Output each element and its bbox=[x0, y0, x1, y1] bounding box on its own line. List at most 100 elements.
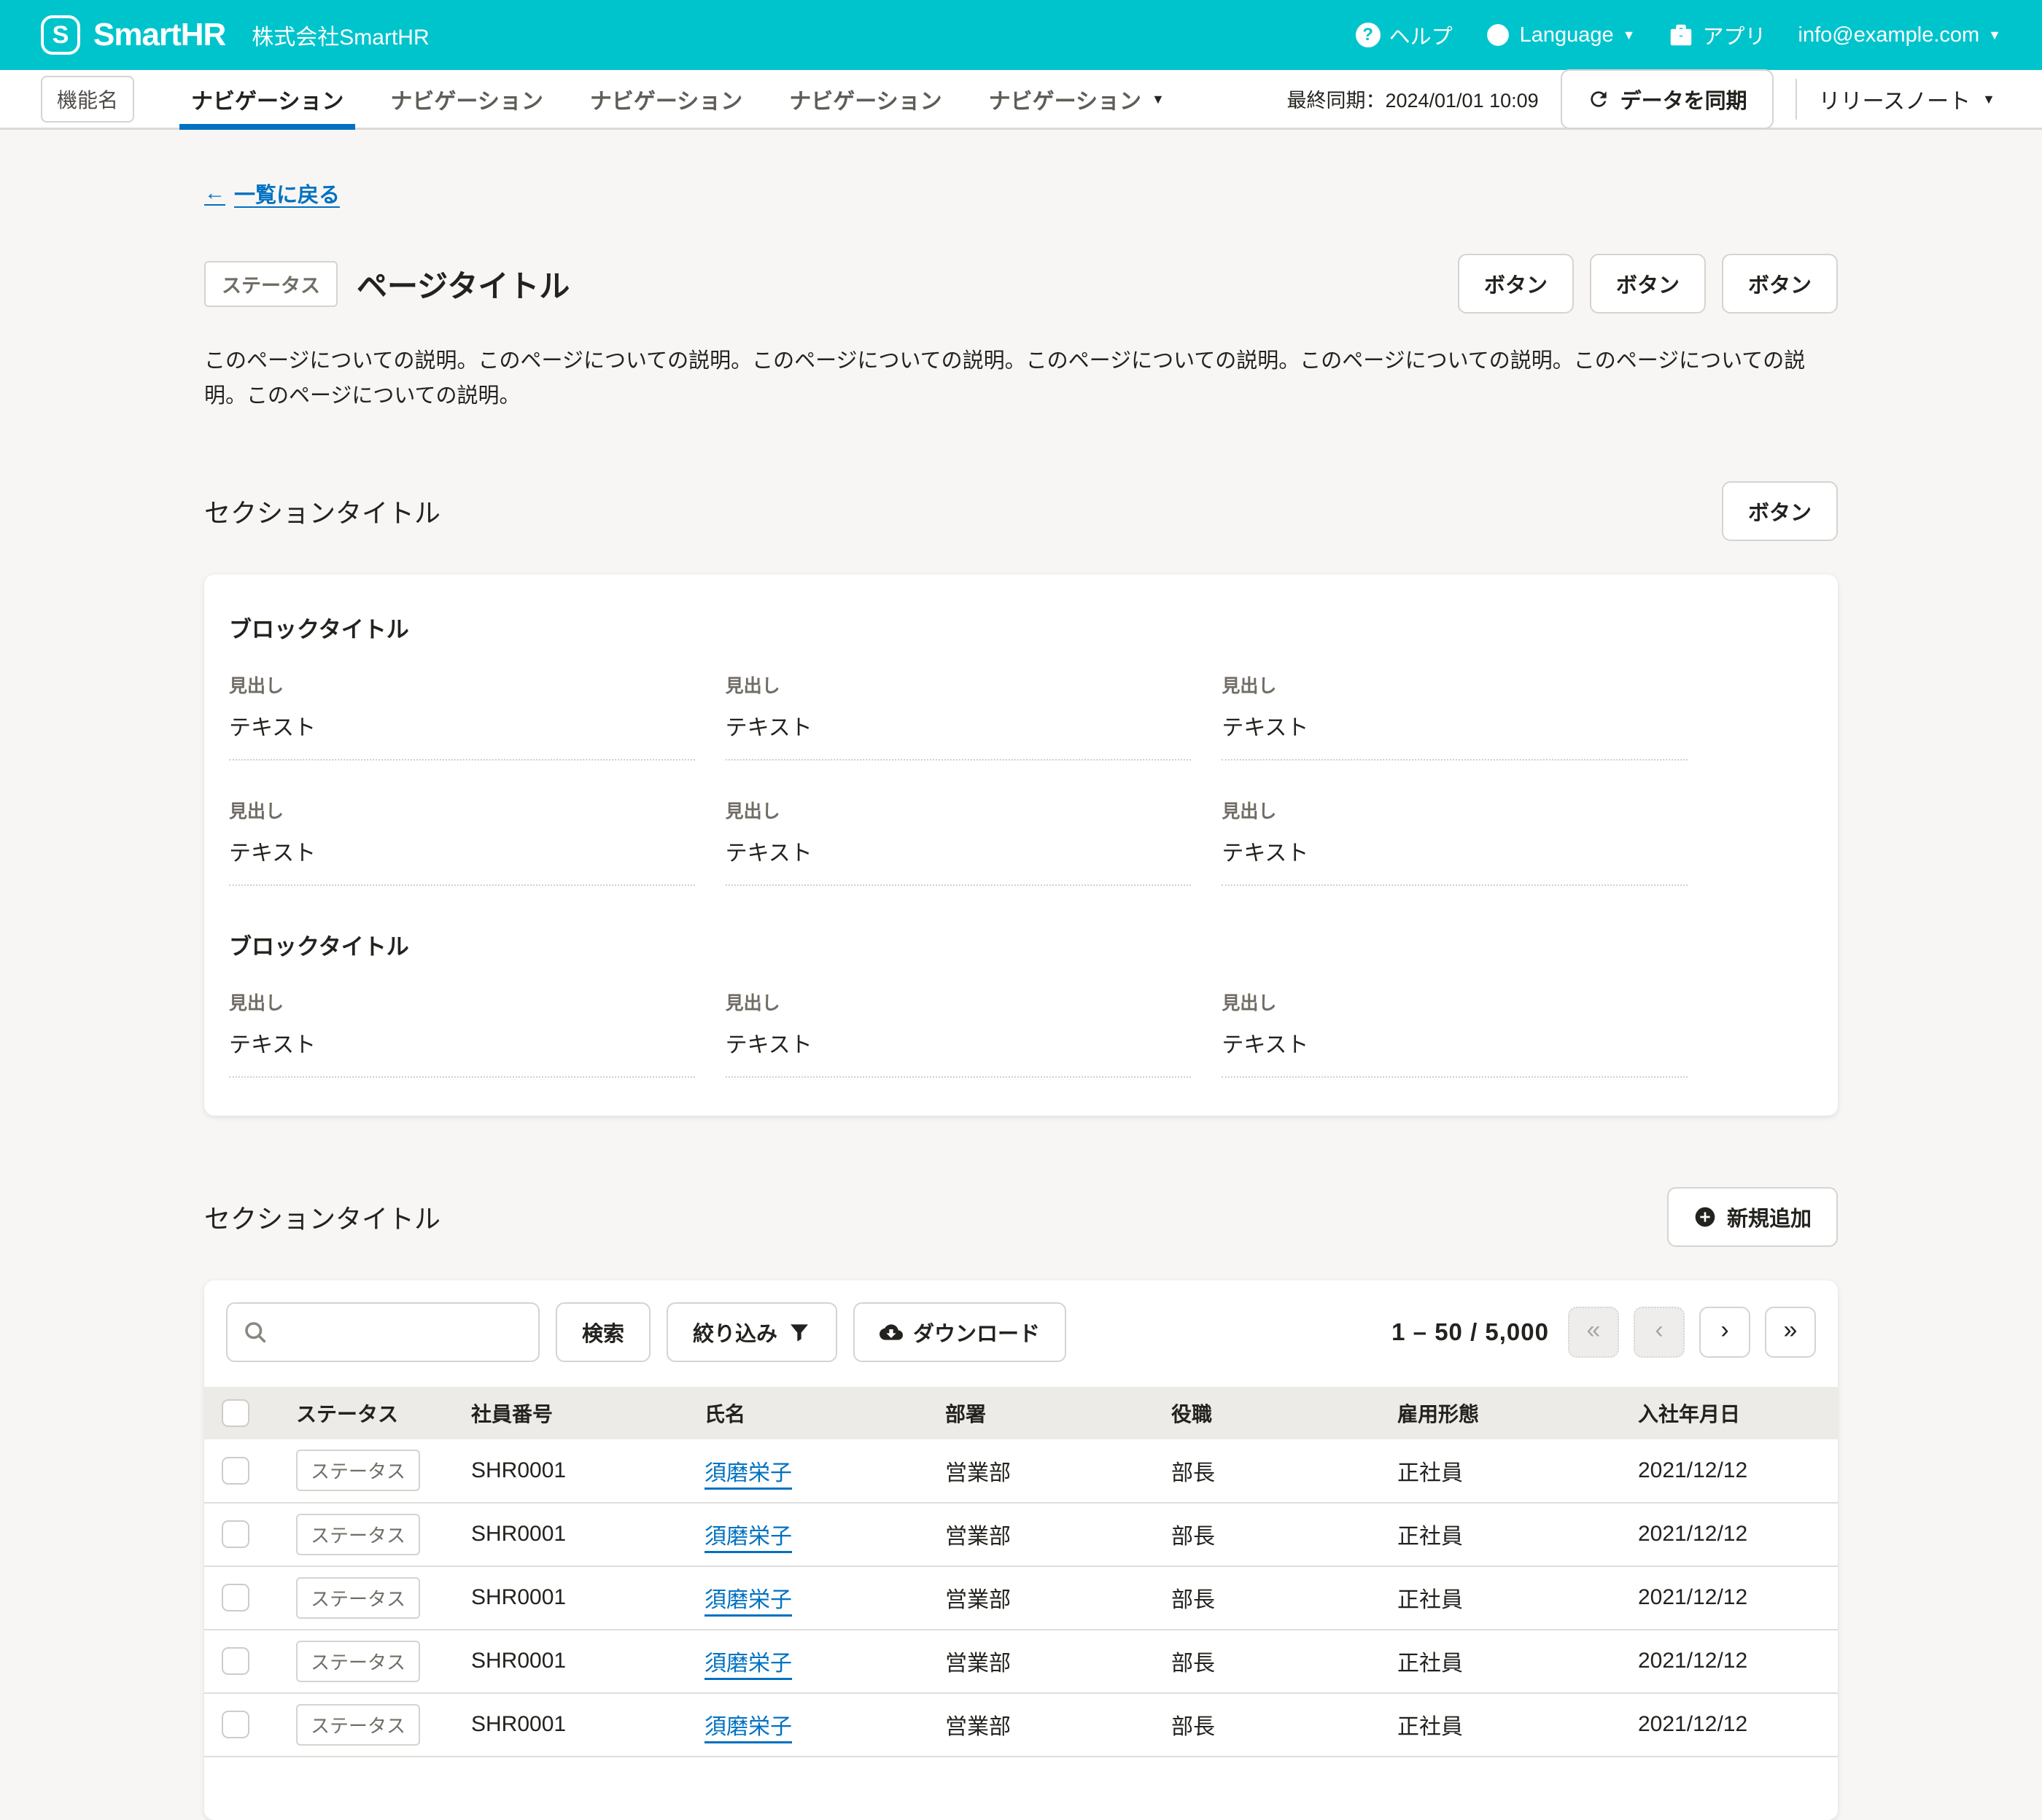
download-button-label: ダウンロード bbox=[913, 1317, 1040, 1348]
field-label: 見出し bbox=[726, 672, 1192, 698]
field-item: 見出し テキスト bbox=[726, 797, 1192, 886]
section-action-button[interactable]: ボタン bbox=[1722, 481, 1838, 541]
app-header: S SmartHR 株式会社SmartHR ? ヘルプ Language ▼ ア… bbox=[0, 0, 2042, 70]
nav-tab-1[interactable]: ナビゲーション bbox=[168, 70, 367, 128]
row-checkbox[interactable] bbox=[222, 1584, 249, 1611]
row-checkbox[interactable] bbox=[222, 1711, 249, 1738]
prev-page-button[interactable]: ‹ bbox=[1634, 1307, 1685, 1358]
language-label: Language bbox=[1520, 23, 1614, 47]
field-item: 見出し テキスト bbox=[726, 672, 1192, 761]
nav-tab-4[interactable]: ナビゲーション bbox=[766, 70, 965, 128]
hire-date-cell: 2021/12/12 bbox=[1626, 1503, 1838, 1566]
back-to-list-link[interactable]: ← 一覧に戻る bbox=[204, 178, 340, 209]
table-row: ステータス SHR0001 須磨栄子 営業部 部長 正社員 2021/12/12 bbox=[204, 1439, 1838, 1503]
field-value: テキスト bbox=[726, 1027, 1192, 1059]
language-menu-item[interactable]: Language ▼ bbox=[1485, 22, 1636, 48]
employee-id-cell: SHR0001 bbox=[459, 1693, 693, 1757]
select-all-checkbox[interactable] bbox=[222, 1399, 249, 1427]
field-grid-1: 見出し テキスト 見出し テキスト 見出し テキスト 見出し テキスト 見出し … bbox=[229, 672, 1688, 886]
back-arrow-icon: ← bbox=[204, 182, 225, 206]
header-right-menu: ? ヘルプ Language ▼ アプリ info@example.com ▼ bbox=[1356, 20, 2001, 50]
column-header-name: 氏名 bbox=[693, 1387, 933, 1439]
field-value: テキスト bbox=[1222, 1027, 1688, 1059]
filter-funnel-icon bbox=[788, 1321, 811, 1344]
chevron-down-icon: ▼ bbox=[1623, 28, 1636, 42]
account-menu-item[interactable]: info@example.com ▼ bbox=[1798, 23, 2001, 47]
page-action-button-1[interactable]: ボタン bbox=[1458, 254, 1574, 314]
sync-data-button[interactable]: データを同期 bbox=[1561, 69, 1774, 129]
nav-tab-3[interactable]: ナビゲーション bbox=[567, 70, 766, 128]
release-notes-dropdown[interactable]: リリースノート ▼ bbox=[1819, 83, 2001, 115]
row-checkbox[interactable] bbox=[222, 1457, 249, 1485]
filter-button[interactable]: 絞り込み bbox=[667, 1302, 837, 1362]
nav-tab-5[interactable]: ナビゲーション ▼ bbox=[966, 70, 1188, 128]
department-cell: 営業部 bbox=[933, 1566, 1160, 1630]
add-new-button[interactable]: 新規追加 bbox=[1667, 1187, 1838, 1247]
field-label: 見出し bbox=[726, 797, 1192, 823]
department-cell: 営業部 bbox=[933, 1693, 1160, 1757]
column-header-employment-type: 雇用形態 bbox=[1386, 1387, 1626, 1439]
nav-right: 最終同期：2024/01/01 10:09 データを同期 リリースノート ▼ bbox=[1286, 69, 2001, 129]
nav-tab-2[interactable]: ナビゲーション bbox=[367, 70, 566, 128]
position-cell: 部長 bbox=[1160, 1566, 1386, 1630]
globe-icon bbox=[1485, 22, 1511, 48]
apps-briefcase-icon bbox=[1668, 22, 1694, 48]
nav-tab-label: ナビゲーション bbox=[989, 83, 1141, 115]
release-notes-label: リリースノート bbox=[1819, 83, 1971, 115]
refresh-icon bbox=[1587, 88, 1610, 111]
column-header-position: 役職 bbox=[1160, 1387, 1386, 1439]
position-cell: 部長 bbox=[1160, 1693, 1386, 1757]
nav-tab-label: ナビゲーション bbox=[789, 83, 942, 115]
employee-table: ステータス 社員番号 氏名 部署 役職 雇用形態 入社年月日 ステータス SHR… bbox=[204, 1387, 1838, 1757]
first-page-button[interactable]: « bbox=[1568, 1307, 1619, 1358]
employee-name-link[interactable]: 須磨栄子 bbox=[704, 1461, 792, 1485]
search-input[interactable] bbox=[279, 1320, 524, 1344]
page-action-button-2[interactable]: ボタン bbox=[1590, 254, 1706, 314]
employee-id-cell: SHR0001 bbox=[459, 1503, 693, 1566]
department-cell: 営業部 bbox=[933, 1630, 1160, 1693]
block-title-1: ブロックタイトル bbox=[229, 611, 1813, 644]
help-label: ヘルプ bbox=[1389, 20, 1453, 50]
smarthr-logo-icon: S bbox=[41, 15, 80, 55]
cloud-download-icon bbox=[880, 1321, 903, 1344]
field-item: 見出し テキスト bbox=[229, 797, 695, 886]
column-header-department: 部署 bbox=[933, 1387, 1160, 1439]
page-header-buttons: ボタン ボタン ボタン bbox=[1458, 254, 1838, 314]
help-menu-item[interactable]: ? ヘルプ bbox=[1356, 20, 1453, 50]
help-icon: ? bbox=[1356, 23, 1381, 47]
download-button[interactable]: ダウンロード bbox=[853, 1302, 1066, 1362]
table-row: ステータス SHR0001 須磨栄子 営業部 部長 正社員 2021/12/12 bbox=[204, 1630, 1838, 1693]
block-title-2: ブロックタイトル bbox=[229, 928, 1813, 961]
position-cell: 部長 bbox=[1160, 1439, 1386, 1503]
apps-menu-item[interactable]: アプリ bbox=[1668, 20, 1766, 50]
company-name: 株式会社SmartHR bbox=[252, 19, 429, 51]
page-action-button-3[interactable]: ボタン bbox=[1722, 254, 1838, 314]
employment-type-cell: 正社員 bbox=[1386, 1566, 1626, 1630]
field-value: テキスト bbox=[726, 835, 1192, 867]
info-card: ブロックタイトル 見出し テキスト 見出し テキスト 見出し テキスト 見出し … bbox=[204, 575, 1838, 1116]
row-checkbox[interactable] bbox=[222, 1647, 249, 1675]
employee-name-link[interactable]: 須磨栄子 bbox=[704, 1588, 792, 1612]
search-icon bbox=[242, 1319, 268, 1345]
pagination-range: 1 – 50 / 5,000 bbox=[1391, 1318, 1549, 1346]
hire-date-cell: 2021/12/12 bbox=[1626, 1693, 1838, 1757]
page-description: このページについての説明。このページについての説明。このページについての説明。こ… bbox=[204, 344, 1838, 414]
row-checkbox[interactable] bbox=[222, 1520, 249, 1548]
column-header-employee-id: 社員番号 bbox=[459, 1387, 693, 1439]
employment-type-cell: 正社員 bbox=[1386, 1439, 1626, 1503]
employee-name-link[interactable]: 須磨栄子 bbox=[704, 1652, 792, 1676]
page-title: ページタイトル bbox=[357, 262, 570, 306]
smarthr-logo[interactable]: S SmartHR bbox=[41, 15, 225, 55]
employee-name-link[interactable]: 須磨栄子 bbox=[704, 1715, 792, 1739]
add-new-label: 新規追加 bbox=[1727, 1202, 1812, 1232]
status-badge: ステータス bbox=[296, 1704, 420, 1746]
employee-id-cell: SHR0001 bbox=[459, 1439, 693, 1503]
employee-table-card: 検索 絞り込み ダウンロード 1 – 50 / 5,000 « ‹ › » bbox=[204, 1280, 1838, 1820]
search-button[interactable]: 検索 bbox=[556, 1302, 651, 1362]
last-page-button[interactable]: » bbox=[1765, 1307, 1816, 1358]
next-page-button[interactable]: › bbox=[1699, 1307, 1750, 1358]
table-bottom-padding bbox=[204, 1757, 1838, 1820]
divider bbox=[1796, 79, 1797, 120]
status-badge: ステータス bbox=[296, 1514, 420, 1555]
employee-name-link[interactable]: 須磨栄子 bbox=[704, 1525, 792, 1549]
